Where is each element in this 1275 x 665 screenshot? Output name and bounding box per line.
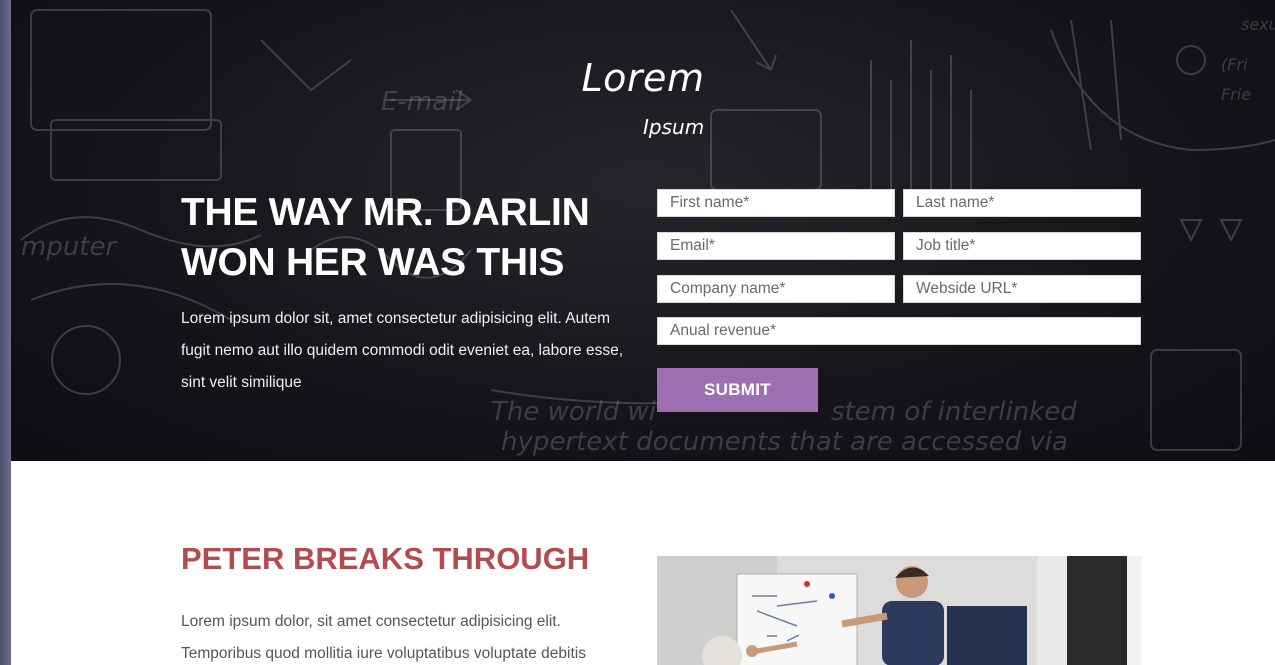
email-field[interactable] — [657, 232, 895, 260]
presentation-photo — [657, 556, 1141, 665]
section-text: Lorem ipsum dolor, sit amet consectetur … — [181, 613, 586, 662]
hero-section: E-mail mputer The world wi hypertext doc… — [11, 0, 1275, 461]
svg-text:The world wi: The world wi — [491, 397, 657, 427]
job-title-field[interactable] — [903, 232, 1141, 260]
hero-intro-text: Lorem ipsum dolor sit, amet consectetur … — [181, 310, 623, 391]
svg-text:stem of interlinked: stem of interlinked — [831, 397, 1077, 427]
svg-text:mputer: mputer — [21, 232, 119, 262]
hero-headline: THE WAY MR. DARLIN WON HER WAS THIS — [181, 191, 590, 284]
submit-button[interactable]: SUBMIT — [657, 368, 818, 412]
page: E-mail mputer The world wi hypertext doc… — [11, 0, 1275, 665]
website-url-field[interactable] — [903, 275, 1141, 303]
svg-text:sexu: sexu — [1241, 15, 1275, 34]
presentation-photo-drawing — [657, 556, 1141, 665]
brand-subtitle: Ipsum — [643, 115, 705, 139]
brand-title: Lorem — [581, 56, 705, 100]
annual-revenue-field[interactable] — [657, 317, 1141, 345]
window-left-edge — [0, 0, 11, 665]
first-name-field[interactable] — [657, 189, 895, 217]
company-name-field[interactable] — [657, 275, 895, 303]
section-title: PETER BREAKS THROUGH — [181, 541, 590, 576]
svg-text:hypertext documents that are a: hypertext documents that are accessed vi… — [501, 427, 1068, 457]
last-name-field[interactable] — [903, 189, 1141, 217]
